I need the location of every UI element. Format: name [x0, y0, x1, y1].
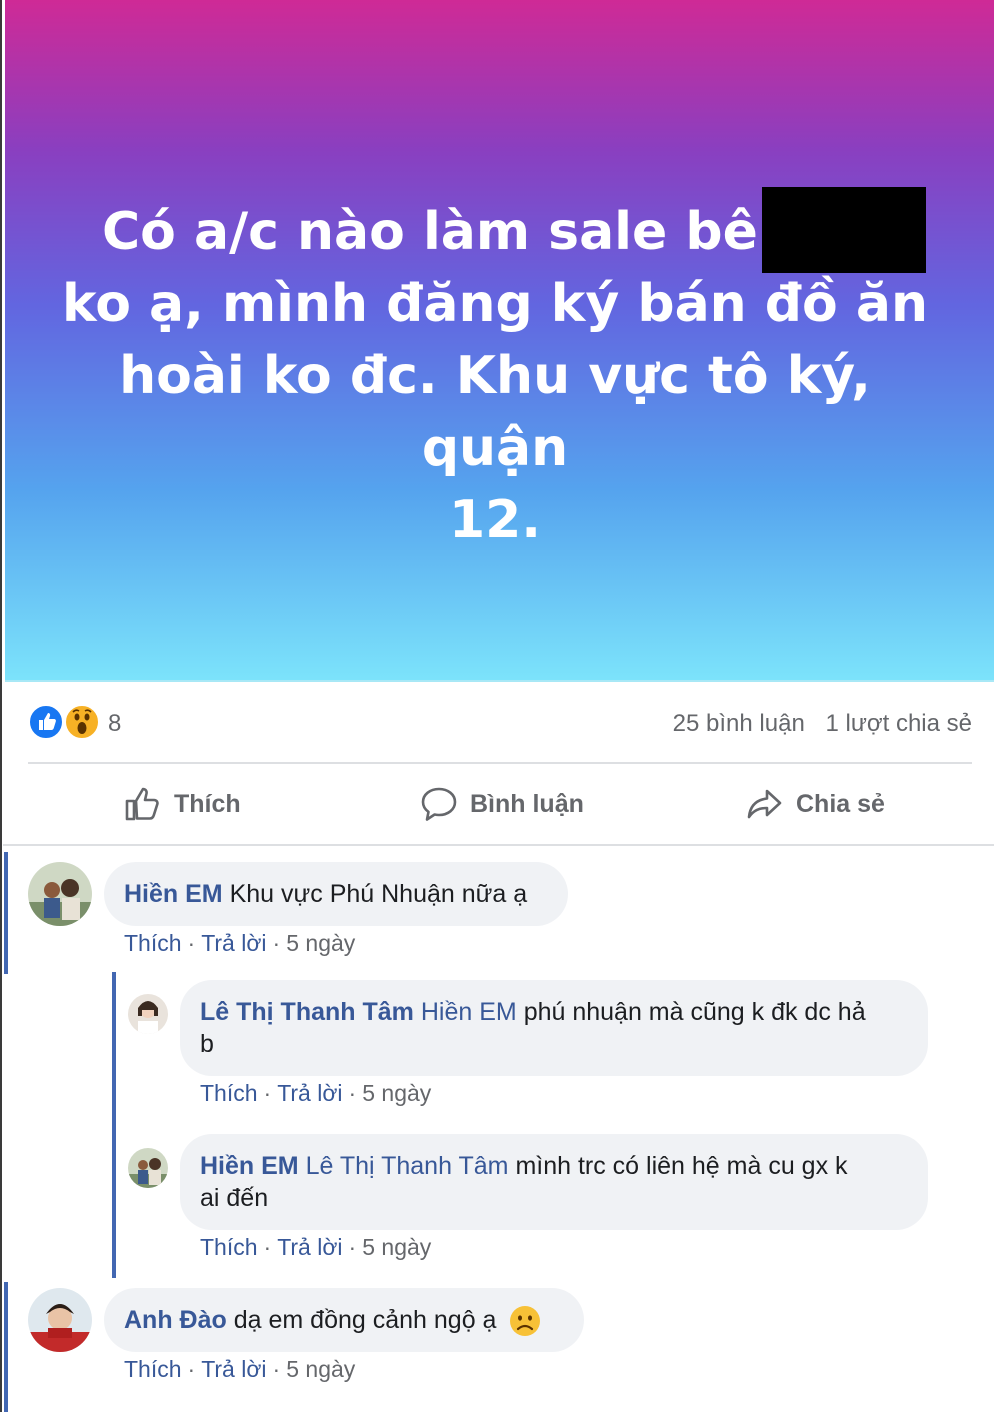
- reply-text: phú nhuận mà cũng k đk dc hả: [523, 998, 866, 1026]
- comment-bubble: Anh Đào dạ em đồng cảnh ngộ ạ: [104, 1288, 584, 1352]
- comment-time[interactable]: 5 ngày: [286, 930, 355, 956]
- wow-reaction-icon[interactable]: [64, 704, 100, 740]
- comment-like-link[interactable]: Thích: [124, 930, 182, 956]
- reply-actions: Thích · Trả lời · 5 ngày: [200, 1234, 432, 1260]
- avatar[interactable]: [128, 994, 168, 1034]
- post-text-line-3: hoài ko đc. Khu vực tô ký, quận: [119, 346, 871, 478]
- comment-icon: [421, 787, 457, 821]
- reply-like-link[interactable]: Thích: [200, 1234, 258, 1260]
- post-stats-bar: 8 25 bình luận 1 lượt chia sẻ: [28, 700, 972, 746]
- avatar[interactable]: [28, 862, 92, 926]
- reply-reply-link[interactable]: Trả lời: [277, 1234, 342, 1260]
- actions-divider: [3, 844, 994, 846]
- comment-button[interactable]: Bình luận: [420, 772, 584, 836]
- reaction-count[interactable]: 8: [108, 710, 121, 738]
- share-button-label: Chia sẻ: [796, 789, 885, 818]
- reply-author[interactable]: Lê Thị Thanh Tâm: [200, 998, 414, 1026]
- post-text-line-2: ko ạ, mình đăng ký bán đồ ăn: [62, 274, 928, 334]
- comment-time[interactable]: 5 ngày: [286, 1356, 355, 1382]
- share-icon: [747, 789, 782, 819]
- like-reaction-icon[interactable]: [28, 704, 64, 740]
- share-button[interactable]: Chia sẻ: [746, 772, 885, 836]
- comment-reply-link[interactable]: Trả lời: [201, 1356, 266, 1382]
- comment-text: dạ em đồng cảnh ngộ ạ: [233, 1306, 497, 1334]
- reply-bubble: Lê Thị Thanh Tâm Hiền EM phú nhuận mà cũ…: [180, 980, 928, 1076]
- like-button[interactable]: Thích: [124, 772, 241, 836]
- reply-author[interactable]: Hiền EM: [200, 1152, 299, 1180]
- banner-bottom-edge: [5, 680, 994, 682]
- reply-text-cont: ai đến: [200, 1184, 269, 1212]
- thumbs-up-icon: [125, 787, 159, 821]
- post-counts: 25 bình luận 1 lượt chia sẻ: [673, 710, 972, 738]
- post-text-line-4: 12.: [448, 490, 542, 550]
- reply-actions: Thích · Trả lời · 5 ngày: [200, 1080, 432, 1106]
- comment-reply-link[interactable]: Trả lời: [201, 930, 266, 956]
- reply-mention[interactable]: Hiền EM: [421, 998, 517, 1026]
- comment-count-link[interactable]: 25 bình luận: [673, 710, 805, 737]
- redaction-block: [762, 187, 926, 273]
- share-count-link[interactable]: 1 lượt chia sẻ: [825, 710, 972, 737]
- reply-bubble: Hiền EM Lê Thị Thanh Tâm mình trc có liê…: [180, 1134, 928, 1230]
- comment-author[interactable]: Hiền EM: [124, 880, 223, 908]
- reply-text: mình trc có liên hệ mà cu gx k: [515, 1152, 848, 1180]
- comment-actions: Thích · Trả lời · 5 ngày: [124, 1356, 356, 1382]
- like-button-label: Thích: [174, 789, 241, 818]
- comment-author[interactable]: Anh Đào: [124, 1306, 227, 1334]
- avatar[interactable]: [28, 1288, 92, 1352]
- comment-like-link[interactable]: Thích: [124, 1356, 182, 1382]
- sad-emoji-icon: [510, 1306, 541, 1337]
- avatar[interactable]: [128, 1148, 168, 1188]
- comment-text: Khu vực Phú Nhuận nữa ạ: [229, 880, 528, 908]
- comment-actions: Thích · Trả lời · 5 ngày: [124, 930, 356, 956]
- comment-bubble: Hiền EM Khu vực Phú Nhuận nữa ạ: [104, 862, 568, 926]
- reply-time[interactable]: 5 ngày: [362, 1080, 431, 1106]
- reply-time[interactable]: 5 ngày: [362, 1234, 431, 1260]
- window-left-edge: [0, 0, 2, 1412]
- reply-mention[interactable]: Lê Thị Thanh Tâm: [306, 1152, 509, 1180]
- comment-thread-bar: [4, 1282, 8, 1412]
- reply-reply-link[interactable]: Trả lời: [277, 1080, 342, 1106]
- reply-text-cont: b: [200, 1030, 214, 1058]
- comment-button-label: Bình luận: [470, 789, 584, 818]
- post-action-bar: Thích Bình luận Chia sẻ: [28, 772, 972, 836]
- stats-divider: [28, 762, 972, 764]
- reply-like-link[interactable]: Thích: [200, 1080, 258, 1106]
- comment-thread-bar: [4, 852, 8, 974]
- reply-thread-bar: [112, 972, 116, 1278]
